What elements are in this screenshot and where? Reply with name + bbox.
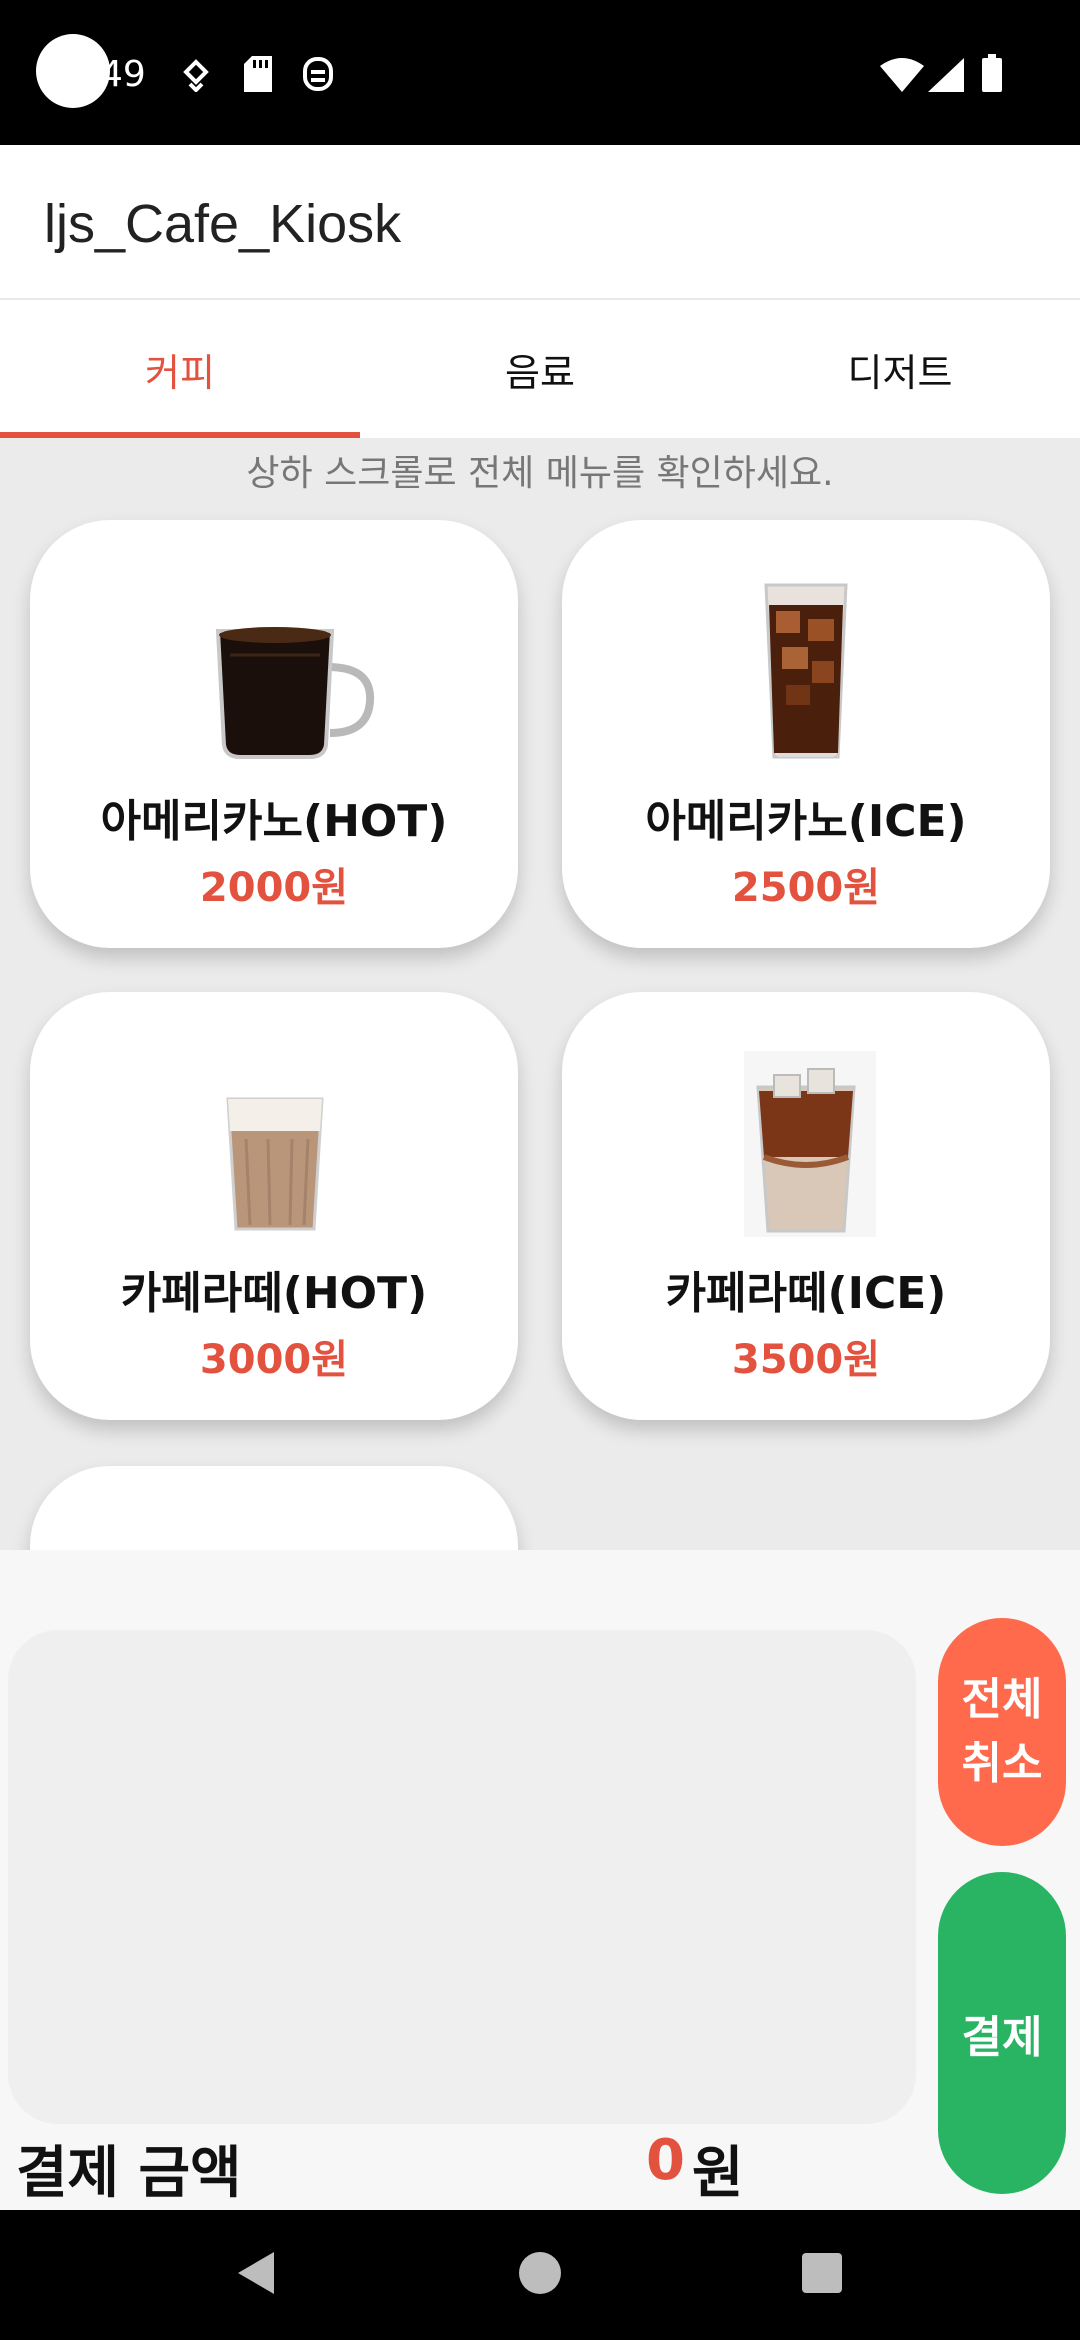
- cart-list[interactable]: [8, 1630, 916, 2124]
- menu-item-name: 카페라떼(ICE): [665, 1268, 947, 1319]
- menu-card-partial[interactable]: [30, 1466, 518, 1550]
- accessibility-icon: [303, 57, 333, 91]
- back-icon[interactable]: [234, 2248, 278, 2298]
- menu-item-name: 아메리카노(HOT): [100, 796, 448, 847]
- home-icon[interactable]: [518, 2248, 562, 2298]
- app-title: ljs_Cafe_Kiosk: [44, 194, 402, 254]
- tab-coffee[interactable]: 커피: [0, 300, 360, 438]
- menu-item-price: 2000원: [199, 865, 349, 911]
- sd-card-icon: [244, 56, 272, 92]
- hot-latte-image: [226, 1097, 324, 1231]
- tab-beverage-label: 음료: [505, 351, 575, 395]
- scroll-hint: 상하 스크롤로 전체 메뉴를 확인하세요.: [246, 453, 834, 494]
- status-bar: 49: [0, 0, 1080, 145]
- tab-coffee-label: 커피: [145, 351, 215, 395]
- hot-americano-image: [215, 627, 375, 759]
- iced-latte-image: [744, 1051, 876, 1237]
- camera-cutout: [36, 34, 110, 108]
- signal-icon: [928, 58, 964, 92]
- menu-card-americano-hot[interactable]: 아메리카노(HOT) 2000원: [30, 520, 518, 948]
- iced-americano-image: [764, 583, 848, 759]
- pay-button[interactable]: 결제: [938, 1872, 1066, 2194]
- cancel-all-button[interactable]: 전체 취소: [938, 1618, 1066, 1846]
- battery-icon: [982, 54, 1002, 92]
- total-currency-unit: 원: [692, 2141, 744, 2206]
- menu-item-price: 3500원: [731, 1337, 881, 1383]
- menu-card-latte-ice[interactable]: 카페라떼(ICE) 3500원: [562, 992, 1050, 1420]
- menu-item-price: 2500원: [731, 865, 881, 911]
- tab-dessert-label: 디저트: [847, 351, 953, 395]
- tab-dessert[interactable]: 디저트: [720, 300, 1080, 438]
- menu-item-name: 아메리카노(ICE): [645, 796, 967, 847]
- wifi-icon: [880, 58, 924, 92]
- app-bar: ljs_Cafe_Kiosk: [0, 145, 1080, 300]
- tab-beverage[interactable]: 음료: [360, 300, 720, 438]
- menu-item-name: 카페라떼(HOT): [120, 1268, 428, 1319]
- category-tabs: 커피 음료 디저트: [0, 300, 1080, 438]
- menu-card-latte-hot[interactable]: 카페라떼(HOT) 3000원: [30, 992, 518, 1420]
- order-panel: 전체 취소 결제 결제 금액 0 원: [0, 1550, 1080, 2210]
- menu-item-price: 3000원: [199, 1337, 349, 1383]
- recents-icon[interactable]: [800, 2248, 844, 2298]
- phone-screen: 49 ljs_Cafe_Kiosk 커피 음료 디저트 상하 스크롤로 전체 메…: [0, 0, 1080, 2340]
- navigation-bar: [0, 2210, 1080, 2340]
- menu-grid[interactable]: 상하 스크롤로 전체 메뉴를 확인하세요. 아메리카노(HOT) 2000원 아…: [0, 438, 1080, 1550]
- status-time: 49: [100, 54, 146, 95]
- menu-card-americano-ice[interactable]: 아메리카노(ICE) 2500원: [562, 520, 1050, 948]
- total-label: 결제 금액: [16, 2141, 242, 2206]
- total-amount: 0: [646, 2128, 685, 2193]
- location-icon: [183, 59, 209, 92]
